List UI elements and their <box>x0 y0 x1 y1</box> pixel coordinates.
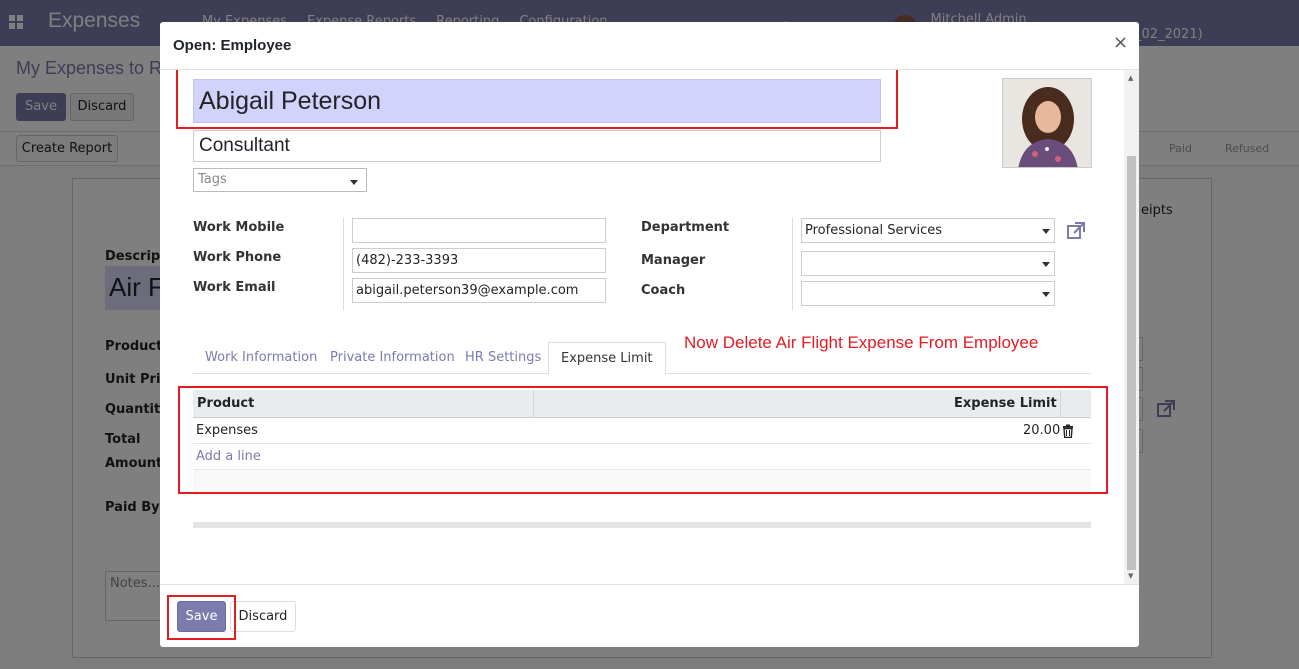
tags-placeholder: Tags <box>198 172 227 187</box>
dialog-body: Abigail Peterson Consultant Tags Work Mo… <box>160 70 1139 584</box>
job-title-field[interactable]: Consultant <box>193 130 881 162</box>
scrollbar-thumb[interactable] <box>1127 156 1136 570</box>
tab-hr-settings[interactable]: HR Settings <box>453 342 553 374</box>
scroll-up-arrow-icon[interactable]: ▲ <box>1128 74 1133 82</box>
work-phone-input[interactable]: (482)-233-3393 <box>352 248 606 273</box>
field-divider <box>792 218 793 310</box>
field-divider <box>343 218 344 310</box>
avatar-image <box>1003 79 1091 167</box>
department-label: Department <box>641 220 730 235</box>
manager-label: Manager <box>641 253 706 268</box>
chevron-down-icon <box>1042 229 1050 234</box>
coach-label: Coach <box>641 283 686 298</box>
dialog-footer: Save Discard <box>160 584 1139 647</box>
close-icon[interactable]: × <box>1113 32 1128 53</box>
tab-private-information[interactable]: Private Information <box>318 342 467 374</box>
work-email-input[interactable]: abigail.peterson39@example.com <box>352 278 606 303</box>
tab-expense-limit[interactable]: Expense Limit <box>548 342 666 375</box>
dialog-scrollbar[interactable]: ▲ ▼ <box>1124 70 1139 584</box>
table-bottom-separator <box>193 522 1091 528</box>
instruction-annotation: Now Delete Air Flight Expense From Emplo… <box>684 333 1039 352</box>
chevron-down-icon <box>350 180 358 185</box>
coach-select[interactable] <box>801 281 1055 306</box>
tags-field[interactable]: Tags <box>193 168 367 192</box>
scroll-down-arrow-icon[interactable]: ▼ <box>1128 572 1133 580</box>
employee-photo[interactable] <box>1002 78 1092 168</box>
external-link-icon[interactable] <box>1066 221 1086 241</box>
chevron-down-icon <box>1042 292 1050 297</box>
tab-work-information[interactable]: Work Information <box>193 342 329 374</box>
discard-button[interactable]: Discard <box>230 601 296 632</box>
work-email-label: Work Email <box>193 280 276 295</box>
chevron-down-icon <box>1042 262 1050 267</box>
highlight-box-name <box>176 70 898 129</box>
work-mobile-input[interactable] <box>352 218 606 243</box>
highlight-box-table <box>178 386 1108 494</box>
department-value: Professional Services <box>805 223 943 238</box>
work-mobile-label: Work Mobile <box>193 220 285 235</box>
work-phone-label: Work Phone <box>193 250 282 265</box>
employee-dialog: Open: Employee × Abigail Peterson Consul… <box>160 22 1139 647</box>
manager-select[interactable] <box>801 251 1055 276</box>
department-select[interactable]: Professional Services <box>801 218 1055 243</box>
dialog-title: Open: Employee <box>173 37 292 54</box>
dialog-header: Open: Employee × <box>160 22 1139 70</box>
highlight-box-save <box>167 595 236 640</box>
